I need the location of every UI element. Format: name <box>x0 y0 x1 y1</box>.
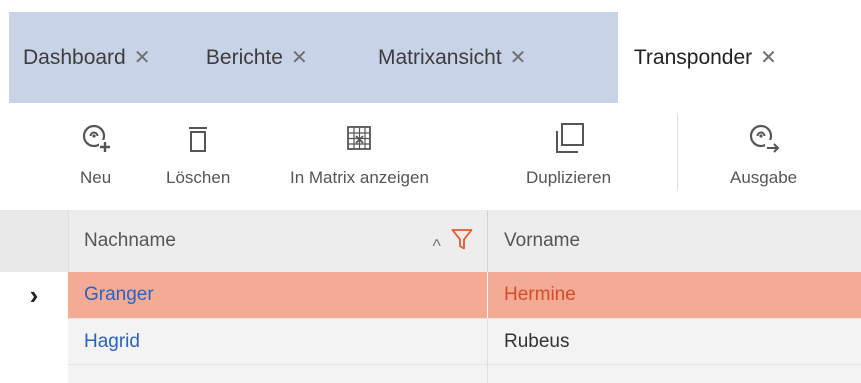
duplicate-label: Duplizieren <box>526 168 612 187</box>
cell-vorname[interactable]: Rubeus <box>488 318 861 364</box>
close-icon[interactable]: ✕ <box>760 45 777 70</box>
column-header-vorname[interactable]: Vorname <box>488 210 861 272</box>
matrix-icon <box>345 121 373 155</box>
table-row[interactable]: Hagrid Rubeus <box>0 318 861 364</box>
tab-label: Dashboard <box>23 45 126 69</box>
column-header-nachname[interactable]: Nachname ^ <box>68 210 488 272</box>
delete-button[interactable]: Löschen <box>166 121 230 188</box>
trash-icon <box>186 121 210 155</box>
table-row-partial <box>0 364 861 383</box>
nachname-link[interactable]: Granger <box>84 284 154 306</box>
column-header-label: Vorname <box>504 230 581 251</box>
toolbar: Neu Löschen In Matrix anzeigen Duplizier… <box>0 103 861 210</box>
header-gutter <box>0 210 69 272</box>
tab-berichte[interactable]: Berichte ✕ <box>206 12 378 103</box>
sort-up-icon[interactable]: ^ <box>433 236 441 257</box>
transponder-grid: Nachname ^ Vorname › Granger Hermine Hag… <box>0 210 861 383</box>
tab-bar: Dashboard ✕ Berichte ✕ Matrixansicht ✕ T… <box>9 12 861 103</box>
row-gutter <box>0 364 68 383</box>
nachname-link[interactable]: Hagrid <box>84 331 140 353</box>
close-icon[interactable]: ✕ <box>510 45 527 70</box>
close-icon[interactable]: ✕ <box>134 45 151 70</box>
tab-label: Transponder <box>633 45 753 69</box>
tab-label: Berichte <box>205 45 283 69</box>
vorname-text: Rubeus <box>504 330 570 352</box>
duplicate-icon <box>553 121 585 155</box>
grid-header: Nachname ^ Vorname <box>0 210 861 272</box>
cell-vorname <box>488 364 861 383</box>
transponder-output-icon <box>748 121 780 155</box>
duplicate-button[interactable]: Duplizieren <box>526 121 611 188</box>
new-label: Neu <box>80 168 112 187</box>
transponder-new-icon <box>81 121 111 155</box>
tab-label: Matrixansicht <box>377 45 502 69</box>
row-pointer-icon: › <box>0 272 68 318</box>
tab-matrixansicht[interactable]: Matrixansicht ✕ <box>378 12 618 103</box>
column-header-label: Nachname <box>84 230 176 251</box>
show-in-matrix-button[interactable]: In Matrix anzeigen <box>290 121 429 188</box>
cell-vorname[interactable]: Hermine <box>488 272 861 318</box>
delete-label: Löschen <box>166 168 231 187</box>
vorname-text: Hermine <box>504 284 576 305</box>
new-button[interactable]: Neu <box>80 121 111 188</box>
cell-nachname[interactable]: Granger <box>68 272 488 318</box>
output-button[interactable]: Ausgabe <box>730 121 797 188</box>
show-in-matrix-label: In Matrix anzeigen <box>290 168 429 187</box>
tab-transponder[interactable]: Transponder ✕ <box>617 12 861 103</box>
output-label: Ausgabe <box>730 168 798 187</box>
toolbar-separator <box>677 113 678 191</box>
close-icon[interactable]: ✕ <box>291 45 308 70</box>
row-gutter <box>0 318 68 364</box>
tab-dashboard[interactable]: Dashboard ✕ <box>9 12 206 103</box>
cell-nachname[interactable]: Hagrid <box>68 318 488 364</box>
cell-nachname <box>68 364 488 383</box>
filter-icon[interactable] <box>451 228 473 258</box>
table-row[interactable]: › Granger Hermine <box>0 272 861 318</box>
